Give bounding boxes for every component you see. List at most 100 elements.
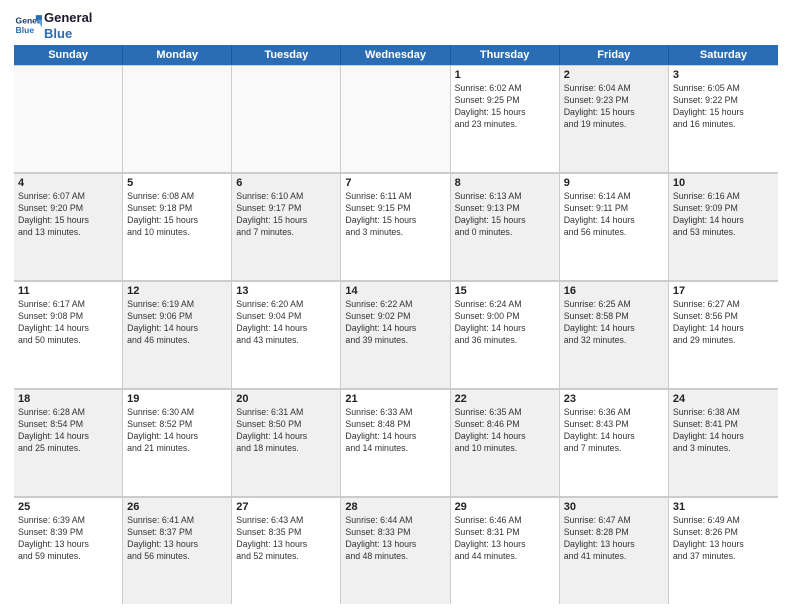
- day-info: Sunrise: 6:14 AM Sunset: 9:11 PM Dayligh…: [564, 191, 664, 239]
- day-info: Sunrise: 6:22 AM Sunset: 9:02 PM Dayligh…: [345, 299, 445, 347]
- week-row-3: 11 Sunrise: 6:17 AM Sunset: 9:08 PM Dayli…: [14, 281, 778, 389]
- cal-cell: [14, 65, 123, 172]
- day-info: Sunrise: 6:46 AM Sunset: 8:31 PM Dayligh…: [455, 515, 555, 563]
- header-day-thursday: Thursday: [451, 45, 560, 65]
- day-info: Sunrise: 6:41 AM Sunset: 8:37 PM Dayligh…: [127, 515, 227, 563]
- cal-cell: 15 Sunrise: 6:24 AM Sunset: 9:00 PM Dayli…: [451, 281, 560, 388]
- cal-cell: 5 Sunrise: 6:08 AM Sunset: 9:18 PM Daylig…: [123, 173, 232, 280]
- day-number: 31: [673, 501, 774, 513]
- cal-cell: 12 Sunrise: 6:19 AM Sunset: 9:06 PM Dayli…: [123, 281, 232, 388]
- day-info: Sunrise: 6:39 AM Sunset: 8:39 PM Dayligh…: [18, 515, 118, 563]
- day-number: 4: [18, 177, 118, 189]
- day-info: Sunrise: 6:25 AM Sunset: 8:58 PM Dayligh…: [564, 299, 664, 347]
- day-number: 19: [127, 393, 227, 405]
- day-info: Sunrise: 6:33 AM Sunset: 8:48 PM Dayligh…: [345, 407, 445, 455]
- day-number: 1: [455, 69, 555, 81]
- page: General Blue General Blue SundayMondayTu…: [0, 0, 792, 612]
- day-number: 10: [673, 177, 774, 189]
- day-info: Sunrise: 6:16 AM Sunset: 9:09 PM Dayligh…: [673, 191, 774, 239]
- day-info: Sunrise: 6:08 AM Sunset: 9:18 PM Dayligh…: [127, 191, 227, 239]
- header-day-sunday: Sunday: [14, 45, 123, 65]
- day-number: 8: [455, 177, 555, 189]
- cal-cell: 8 Sunrise: 6:13 AM Sunset: 9:13 PM Daylig…: [451, 173, 560, 280]
- cal-cell: 6Sunrise: 6:10 AM Sunset: 9:17 PM Daylig…: [232, 173, 341, 280]
- day-number: 18: [18, 393, 118, 405]
- cal-cell: 24Sunrise: 6:38 AM Sunset: 8:41 PM Dayli…: [669, 389, 778, 496]
- week-row-1: 1 Sunrise: 6:02 AM Sunset: 9:25 PM Daylig…: [14, 65, 778, 173]
- day-number: 20: [236, 393, 336, 405]
- day-number: 3: [673, 69, 774, 81]
- day-info: Sunrise: 6:13 AM Sunset: 9:13 PM Dayligh…: [455, 191, 555, 239]
- day-info: Sunrise: 6:04 AM Sunset: 9:23 PM Dayligh…: [564, 83, 664, 131]
- day-info: Sunrise: 6:44 AM Sunset: 8:33 PM Dayligh…: [345, 515, 445, 563]
- day-number: 9: [564, 177, 664, 189]
- cal-cell: 11 Sunrise: 6:17 AM Sunset: 9:08 PM Dayli…: [14, 281, 123, 388]
- day-number: 25: [18, 501, 118, 513]
- svg-text:Blue: Blue: [16, 25, 35, 35]
- cal-cell: 16Sunrise: 6:25 AM Sunset: 8:58 PM Dayli…: [560, 281, 669, 388]
- day-number: 13: [236, 285, 336, 297]
- day-info: Sunrise: 6:20 AM Sunset: 9:04 PM Dayligh…: [236, 299, 336, 347]
- cal-cell: 25 Sunrise: 6:39 AM Sunset: 8:39 PM Dayli…: [14, 497, 123, 604]
- cal-cell: 21 Sunrise: 6:33 AM Sunset: 8:48 PM Dayli…: [341, 389, 450, 496]
- cal-cell: [341, 65, 450, 172]
- cal-cell: 22 Sunrise: 6:35 AM Sunset: 8:46 PM Dayli…: [451, 389, 560, 496]
- day-info: Sunrise: 6:36 AM Sunset: 8:43 PM Dayligh…: [564, 407, 664, 455]
- cal-cell: 31 Sunrise: 6:49 AM Sunset: 8:26 PM Dayli…: [669, 497, 778, 604]
- day-number: 7: [345, 177, 445, 189]
- calendar: SundayMondayTuesdayWednesdayThursdayFrid…: [14, 45, 778, 604]
- cal-cell: 3Sunrise: 6:05 AM Sunset: 9:22 PM Daylig…: [669, 65, 778, 172]
- cal-cell: 7Sunrise: 6:11 AM Sunset: 9:15 PM Daylig…: [341, 173, 450, 280]
- day-number: 28: [345, 501, 445, 513]
- logo: General Blue General Blue: [14, 10, 92, 41]
- day-number: 17: [673, 285, 774, 297]
- day-info: Sunrise: 6:19 AM Sunset: 9:06 PM Dayligh…: [127, 299, 227, 347]
- day-info: Sunrise: 6:28 AM Sunset: 8:54 PM Dayligh…: [18, 407, 118, 455]
- cal-cell: 23Sunrise: 6:36 AM Sunset: 8:43 PM Dayli…: [560, 389, 669, 496]
- day-number: 30: [564, 501, 664, 513]
- day-info: Sunrise: 6:49 AM Sunset: 8:26 PM Dayligh…: [673, 515, 774, 563]
- week-row-2: 4 Sunrise: 6:07 AM Sunset: 9:20 PM Daylig…: [14, 173, 778, 281]
- header-day-tuesday: Tuesday: [232, 45, 341, 65]
- day-number: 12: [127, 285, 227, 297]
- header-day-monday: Monday: [123, 45, 232, 65]
- day-info: Sunrise: 6:24 AM Sunset: 9:00 PM Dayligh…: [455, 299, 555, 347]
- day-number: 14: [345, 285, 445, 297]
- day-info: Sunrise: 6:02 AM Sunset: 9:25 PM Dayligh…: [455, 83, 555, 131]
- cal-cell: 13 Sunrise: 6:20 AM Sunset: 9:04 PM Dayli…: [232, 281, 341, 388]
- header-day-saturday: Saturday: [669, 45, 778, 65]
- day-info: Sunrise: 6:31 AM Sunset: 8:50 PM Dayligh…: [236, 407, 336, 455]
- cal-cell: 4 Sunrise: 6:07 AM Sunset: 9:20 PM Daylig…: [14, 173, 123, 280]
- day-info: Sunrise: 6:35 AM Sunset: 8:46 PM Dayligh…: [455, 407, 555, 455]
- day-number: 5: [127, 177, 227, 189]
- week-row-4: 18 Sunrise: 6:28 AM Sunset: 8:54 PM Dayli…: [14, 389, 778, 497]
- day-number: 6: [236, 177, 336, 189]
- day-info: Sunrise: 6:30 AM Sunset: 8:52 PM Dayligh…: [127, 407, 227, 455]
- day-number: 22: [455, 393, 555, 405]
- day-info: Sunrise: 6:07 AM Sunset: 9:20 PM Dayligh…: [18, 191, 118, 239]
- day-number: 29: [455, 501, 555, 513]
- cal-cell: 27 Sunrise: 6:43 AM Sunset: 8:35 PM Dayli…: [232, 497, 341, 604]
- cal-cell: 17 Sunrise: 6:27 AM Sunset: 8:56 PM Dayli…: [669, 281, 778, 388]
- day-number: 24: [673, 393, 774, 405]
- day-info: Sunrise: 6:47 AM Sunset: 8:28 PM Dayligh…: [564, 515, 664, 563]
- day-info: Sunrise: 6:17 AM Sunset: 9:08 PM Dayligh…: [18, 299, 118, 347]
- cal-cell: [123, 65, 232, 172]
- header-day-wednesday: Wednesday: [341, 45, 450, 65]
- cal-cell: 20 Sunrise: 6:31 AM Sunset: 8:50 PM Dayli…: [232, 389, 341, 496]
- day-number: 15: [455, 285, 555, 297]
- calendar-body: 1 Sunrise: 6:02 AM Sunset: 9:25 PM Daylig…: [14, 65, 778, 604]
- logo-text: General Blue: [44, 10, 92, 41]
- cal-cell: 19 Sunrise: 6:30 AM Sunset: 8:52 PM Dayli…: [123, 389, 232, 496]
- day-info: Sunrise: 6:27 AM Sunset: 8:56 PM Dayligh…: [673, 299, 774, 347]
- day-number: 11: [18, 285, 118, 297]
- cal-cell: 30 Sunrise: 6:47 AM Sunset: 8:28 PM Dayli…: [560, 497, 669, 604]
- day-number: 21: [345, 393, 445, 405]
- cal-cell: 2Sunrise: 6:04 AM Sunset: 9:23 PM Daylig…: [560, 65, 669, 172]
- day-info: Sunrise: 6:43 AM Sunset: 8:35 PM Dayligh…: [236, 515, 336, 563]
- cal-cell: 26Sunrise: 6:41 AM Sunset: 8:37 PM Dayli…: [123, 497, 232, 604]
- logo-icon: General Blue: [14, 12, 42, 40]
- day-number: 27: [236, 501, 336, 513]
- calendar-header: SundayMondayTuesdayWednesdayThursdayFrid…: [14, 45, 778, 65]
- cal-cell: 28 Sunrise: 6:44 AM Sunset: 8:33 PM Dayli…: [341, 497, 450, 604]
